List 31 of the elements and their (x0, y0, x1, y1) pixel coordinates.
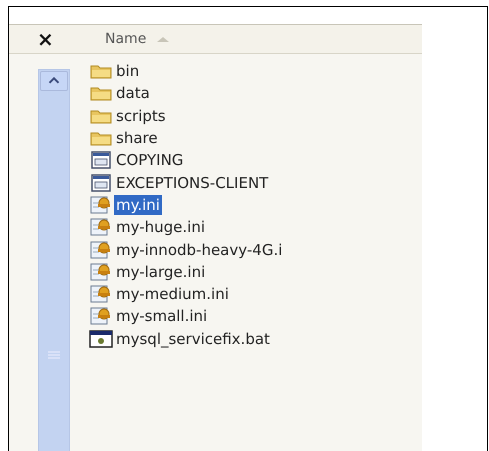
scrollbar-grip-icon (48, 351, 60, 359)
file-name[interactable]: share (114, 128, 160, 148)
file-name[interactable]: COPYING (114, 150, 186, 170)
folder-icon (89, 108, 113, 124)
file-name[interactable]: my.ini (114, 194, 162, 215)
file-name[interactable]: my-large.ini (114, 262, 208, 282)
file-name[interactable]: my-medium.ini (114, 284, 231, 304)
settings-file-icon (89, 240, 113, 260)
file-name[interactable]: EXCEPTIONS-CLIENT (114, 172, 270, 193)
close-button[interactable]: × (9, 29, 67, 49)
file-name[interactable]: mysql_servicefix.bat (114, 328, 272, 349)
settings-file-icon (89, 194, 113, 215)
file-name[interactable]: bin (114, 61, 142, 82)
settings-file-icon (89, 284, 113, 304)
folder-icon (89, 85, 113, 102)
settings-file-icon (89, 306, 113, 326)
file-name[interactable]: my-huge.ini (114, 217, 208, 238)
folder-icon (89, 130, 113, 146)
batch-file-icon (89, 330, 113, 348)
folder-icon (89, 63, 113, 80)
file-name[interactable]: my-innodb-heavy-4G.i (114, 240, 284, 260)
settings-file-icon (89, 262, 113, 282)
document-icon (89, 174, 113, 192)
file-name[interactable]: my-small.ini (114, 306, 210, 326)
file-name[interactable]: scripts (114, 106, 168, 126)
file-name[interactable]: data (114, 83, 152, 104)
scroll-up-button[interactable] (40, 71, 68, 91)
scrollbar[interactable] (38, 69, 70, 451)
document-icon (89, 151, 113, 170)
name-column-header[interactable]: Name (67, 31, 170, 47)
settings-file-icon (89, 217, 113, 238)
